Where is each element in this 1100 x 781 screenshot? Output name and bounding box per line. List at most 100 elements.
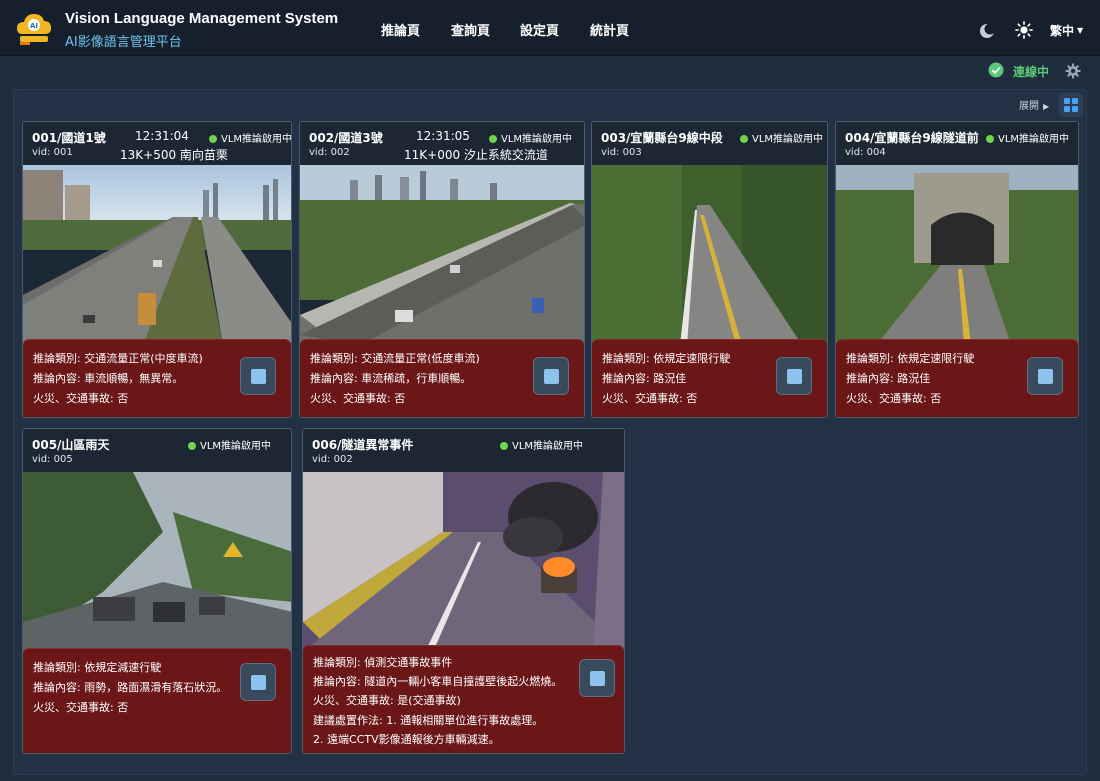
stop-button[interactable]	[776, 357, 812, 395]
language-selector[interactable]: 繁中 ▼	[1050, 22, 1083, 39]
card-header: 005/山區雨天 VLM推論啟用中 vid: 005	[23, 429, 291, 472]
camera-feed-image[interactable]	[303, 472, 625, 652]
app-subtitle: AI影像語言管理平台	[65, 35, 182, 50]
camera-name: 001/國道1號	[32, 131, 106, 145]
inference-content: 推論內容: 車流順暢，無異常。	[33, 372, 184, 385]
gear-icon[interactable]	[1065, 63, 1081, 79]
stop-icon	[590, 671, 605, 686]
inference-content: 推論內容: 雨勢，路面濕滑有落石狀況。	[33, 681, 228, 694]
camera-location: 13K+500 南向苗栗	[120, 148, 228, 162]
camera-vid: vid: 001	[32, 147, 73, 158]
camera-feed-image[interactable]	[300, 165, 585, 345]
stop-button[interactable]	[240, 663, 276, 701]
camera-vid: vid: 003	[601, 147, 642, 158]
inference-category: 推論類別: 交通流量正常(中度車流)	[33, 352, 203, 365]
suggested-action-2: 2. 遠端CCTV影像通報後方車輛減速。	[313, 733, 500, 746]
camera-name: 005/山區雨天	[32, 438, 110, 452]
camera-name: 002/國道3號	[309, 131, 383, 145]
moon-icon[interactable]	[978, 22, 996, 40]
incident-status: 火災、交通事故: 否	[33, 392, 129, 405]
stop-button[interactable]	[579, 659, 615, 697]
camera-card[interactable]: 001/國道1號 12:31:04 VLM推論啟用中 vid: 001 13K+…	[22, 121, 292, 418]
grid-icon-cell	[1064, 106, 1070, 112]
vlm-status-label: VLM推論啟用中	[200, 441, 272, 452]
camera-card[interactable]: 004/宜蘭縣台9線隧道前 VLM推論啟用中 vid: 004 推論類別: 依規…	[835, 121, 1079, 418]
app-header: AI Vision Language Management System AI影…	[0, 0, 1100, 56]
incident-status: 火災、交通事故: 否	[310, 392, 406, 405]
incident-status: 火災、交通事故: 否	[33, 701, 129, 714]
camera-feed-image[interactable]	[592, 165, 828, 345]
status-dot	[209, 135, 217, 143]
grid-icon	[1064, 98, 1070, 104]
status-dot	[500, 442, 508, 450]
incident-status: 火災、交通事故: 否	[846, 392, 942, 405]
camera-feed-image[interactable]	[23, 165, 292, 345]
stop-button[interactable]	[533, 357, 569, 395]
grid-icon-cell	[1072, 106, 1078, 112]
camera-vid: vid: 004	[845, 147, 886, 158]
inference-category: 推論類別: 交通流量正常(低度車流)	[310, 352, 480, 365]
inference-category: 推論類別: 依規定速限行駛	[602, 352, 731, 365]
card-header: 004/宜蘭縣台9線隧道前 VLM推論啟用中 vid: 004	[836, 122, 1078, 165]
vlm-status-label: VLM推論啟用中	[512, 441, 584, 452]
inference-category: 推論類別: 依規定減速行駛	[33, 661, 162, 674]
camera-card[interactable]: 003/宜蘭縣台9線中段 VLM推論啟用中 vid: 003 推論類別: 依規定…	[591, 121, 828, 418]
incident-status: 火災、交通事故: 否	[602, 392, 698, 405]
camera-time: 12:31:05	[416, 129, 470, 143]
vlm-status: VLM推論啟用中	[500, 437, 583, 452]
nav-query[interactable]: 查詢頁	[451, 20, 490, 39]
vlm-status-label: VLM推論啟用中	[752, 134, 824, 145]
vlm-status: VLM推論啟用中	[188, 437, 271, 452]
inference-category: 推論類別: 偵測交通事故事件	[313, 656, 453, 669]
inference-panel: 推論類別: 交通流量正常(低度車流) 推論內容: 車流稀疏，行車順暢。 火災、交…	[300, 339, 584, 417]
camera-vid: vid: 002	[312, 454, 353, 465]
camera-location: 11K+000 汐止系統交流道	[404, 148, 548, 162]
camera-card[interactable]: 006/隧道異常事件 VLM推論啟用中 vid: 002 推論類別: 偵測交通事…	[302, 428, 625, 754]
grid-view-button[interactable]	[1059, 93, 1083, 117]
camera-feed-image[interactable]	[836, 165, 1079, 345]
ai-logo-icon: AI	[17, 14, 51, 45]
inference-panel: 推論類別: 依規定速限行駛 推論內容: 路況佳 火災、交通事故: 否	[592, 339, 827, 417]
inference-panel: 推論類別: 偵測交通事故事件 推論內容: 隧道內一輛小客車自撞護壁後起火燃燒。 …	[303, 645, 624, 753]
nav-statistics[interactable]: 統計頁	[590, 20, 629, 39]
camera-feed-image[interactable]	[23, 472, 292, 652]
stop-button[interactable]	[1027, 357, 1063, 395]
camera-name: 003/宜蘭縣台9線中段	[601, 131, 723, 145]
vlm-status: VLM推論啟用中	[209, 130, 292, 145]
camera-vid: vid: 005	[32, 454, 73, 465]
camera-card[interactable]: 005/山區雨天 VLM推論啟用中 vid: 005 推論類別: 依規定減速行駛…	[22, 428, 292, 754]
language-label: 繁中	[1050, 24, 1075, 38]
vlm-status: VLM推論啟用中	[986, 130, 1069, 145]
incident-status: 火災、交通事故: 是(交通事故)	[313, 694, 461, 707]
camera-vid: vid: 002	[309, 147, 350, 158]
inference-panel: 推論類別: 依規定速限行駛 推論內容: 路況佳 火災、交通事故: 否	[836, 339, 1078, 417]
card-header: 001/國道1號 12:31:04 VLM推論啟用中 vid: 001 13K+…	[23, 122, 291, 165]
chevron-down-icon: ▼	[1077, 26, 1084, 35]
card-header: 006/隧道異常事件 VLM推論啟用中 vid: 002	[303, 429, 624, 472]
inference-content: 推論內容: 路況佳	[846, 372, 931, 385]
status-dot	[740, 135, 748, 143]
connection-status-text: 連線中	[1013, 65, 1050, 79]
inference-panel: 推論類別: 交通流量正常(中度車流) 推論內容: 車流順暢，無異常。 火災、交通…	[23, 339, 291, 417]
camera-card[interactable]: 002/國道3號 12:31:05 VLM推論啟用中 vid: 002 11K+…	[299, 121, 585, 418]
expand-toggle[interactable]: 展開 ▶	[1019, 97, 1049, 112]
status-dot	[489, 135, 497, 143]
nav-inference[interactable]: 推論頁	[381, 20, 420, 39]
sun-icon[interactable]	[1015, 21, 1033, 39]
status-dot	[188, 442, 196, 450]
status-dot	[986, 135, 994, 143]
vlm-status-label: VLM推論啟用中	[221, 134, 292, 145]
grid-icon-cell	[1072, 98, 1078, 104]
inference-content: 推論內容: 隧道內一輛小客車自撞護壁後起火燃燒。	[313, 675, 563, 688]
stop-button[interactable]	[240, 357, 276, 395]
stop-icon	[787, 369, 802, 384]
check-circle-icon	[988, 62, 1004, 78]
caret-right-icon: ▶	[1043, 102, 1050, 111]
vlm-status-label: VLM推論啟用中	[501, 134, 573, 145]
vlm-status-label: VLM推論啟用中	[998, 134, 1070, 145]
camera-name: 004/宜蘭縣台9線隧道前	[845, 131, 979, 145]
inference-content: 推論內容: 路況佳	[602, 372, 687, 385]
inference-panel: 推論類別: 依規定減速行駛 推論內容: 雨勢，路面濕滑有落石狀況。 火災、交通事…	[23, 648, 291, 753]
suggested-action-1: 建議處置作法: 1. 通報相關單位進行事故處理。	[313, 714, 544, 727]
nav-settings[interactable]: 設定頁	[520, 20, 559, 39]
